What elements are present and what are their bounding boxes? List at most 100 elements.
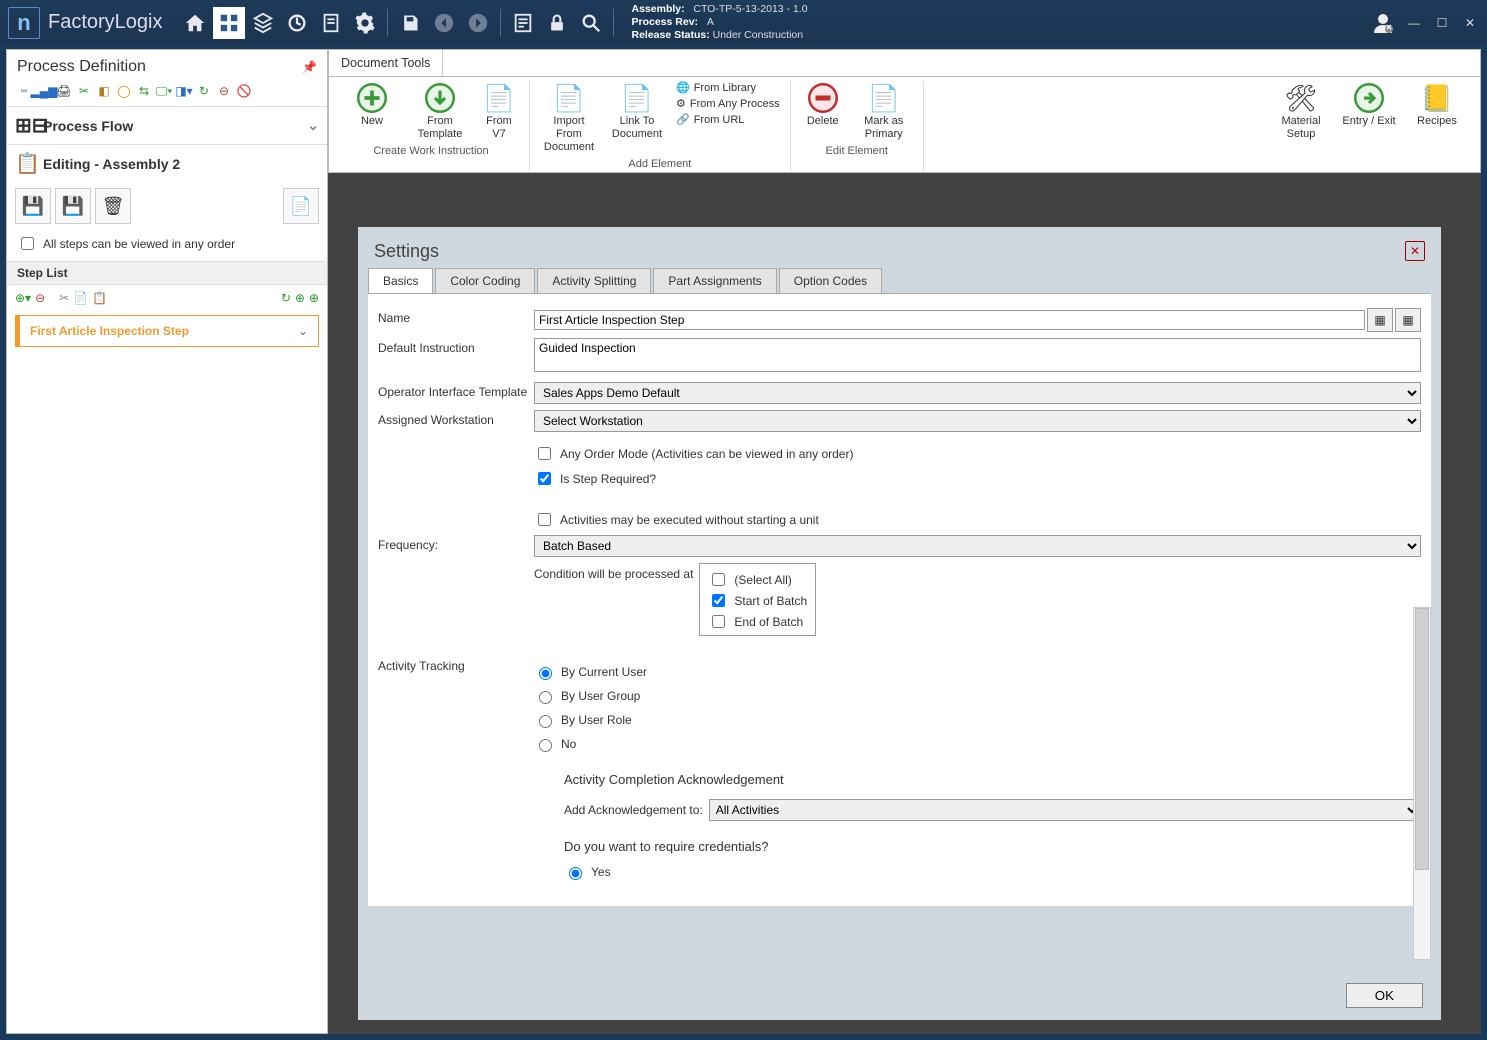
minimize-button[interactable]: — bbox=[1405, 16, 1423, 30]
trash-tool-button[interactable]: 🗑 bbox=[95, 188, 131, 224]
save-blue-tool-button[interactable]: 💾 bbox=[55, 188, 91, 224]
user-icon[interactable] bbox=[1371, 11, 1395, 35]
name-icon-button-1[interactable]: ▦ bbox=[1367, 308, 1393, 332]
track-group-radio[interactable] bbox=[539, 691, 552, 704]
activities-no-start-checkbox[interactable] bbox=[538, 513, 551, 526]
frequency-select[interactable]: Batch Based bbox=[534, 535, 1421, 557]
delete-small-icon[interactable]: ⊖ bbox=[215, 82, 233, 100]
ack-select[interactable]: All Activities bbox=[709, 799, 1421, 821]
print-icon[interactable]: 🖨 bbox=[55, 82, 73, 100]
ribbon-from-library-button[interactable]: 🌐 From Library bbox=[676, 81, 756, 94]
ribbon-from-v7-button[interactable]: 📄 From V7 bbox=[479, 81, 519, 141]
release-status-value: Under Construction bbox=[713, 29, 803, 41]
track-role-radio[interactable] bbox=[539, 715, 552, 728]
remove-step-icon[interactable]: ⊖ bbox=[35, 291, 45, 305]
ribbon-mark-primary-button[interactable]: 📄 Mark as Primary bbox=[855, 81, 913, 141]
flag2-icon[interactable]: ◨▾ bbox=[175, 82, 193, 100]
document-primary-icon: 📄 bbox=[867, 81, 901, 115]
default-instruction-input[interactable]: Guided Inspection bbox=[534, 338, 1421, 372]
tab-part-assignments[interactable]: Part Assignments bbox=[653, 268, 776, 293]
scrollbar-thumb[interactable] bbox=[1415, 608, 1429, 870]
save-tool-button[interactable]: 💾 bbox=[15, 188, 51, 224]
tab-document-tools[interactable]: Document Tools bbox=[329, 50, 443, 76]
ok-button[interactable]: OK bbox=[1346, 983, 1423, 1008]
add-step-icon[interactable]: ⊕▾ bbox=[15, 291, 31, 305]
frequency-label: Frequency: bbox=[378, 535, 528, 552]
process-tree-icon[interactable]: ▂▄▆ bbox=[35, 82, 53, 100]
form-scrollbar[interactable] bbox=[1413, 607, 1431, 960]
properties-tool-button[interactable]: 📄 bbox=[283, 188, 319, 224]
credentials-yes-radio[interactable] bbox=[569, 867, 582, 880]
track-no-radio[interactable] bbox=[539, 739, 552, 752]
editing-header: 📋 Editing - Assembly 2 bbox=[7, 144, 327, 182]
cut-step-icon[interactable]: ✂ bbox=[59, 291, 69, 305]
disable-icon[interactable]: 🚫 bbox=[235, 82, 253, 100]
ribbon-from-any-process-button[interactable]: ⚙ From Any Process bbox=[676, 97, 780, 110]
search-icon[interactable] bbox=[575, 7, 607, 39]
paste-step-icon[interactable]: 📋 bbox=[92, 291, 107, 305]
ribbon-link-doc-button[interactable]: 📄 Link To Document bbox=[608, 81, 666, 154]
any-order-label: Any Order Mode (Activities can be viewed… bbox=[560, 447, 853, 461]
ribbon-from-url-button[interactable]: 🔗 From URL bbox=[676, 113, 744, 126]
lock-icon[interactable] bbox=[541, 7, 573, 39]
maximize-button[interactable]: ☐ bbox=[1433, 16, 1451, 30]
name-icon-button-2[interactable]: ▦ bbox=[1395, 308, 1421, 332]
step-required-checkbox[interactable] bbox=[538, 472, 551, 485]
process-flow-header[interactable]: ⊞⊟ Process Flow ⌄ bbox=[7, 106, 327, 144]
move-up-icon[interactable]: ⊕ bbox=[295, 291, 305, 305]
monitor-icon[interactable]: 🖵▾ bbox=[155, 82, 173, 100]
refresh-icon[interactable] bbox=[281, 7, 313, 39]
ribbon-group-right: 🛠 Material Setup Entry / Exit 📒 Recipes bbox=[1262, 81, 1476, 172]
copy-step-icon[interactable]: 📄 bbox=[73, 291, 88, 305]
ribbon-entry-exit-button[interactable]: Entry / Exit bbox=[1340, 81, 1398, 141]
list-doc-icon[interactable] bbox=[507, 7, 539, 39]
cond-start-of-batch-checkbox[interactable] bbox=[712, 594, 725, 607]
ack-label: Add Acknowledgement to: bbox=[564, 803, 703, 817]
chevron-down-icon: ⌄ bbox=[298, 324, 308, 338]
track-current-label: By Current User bbox=[561, 665, 647, 679]
document-icon[interactable] bbox=[315, 7, 347, 39]
ribbon-new-button[interactable]: New bbox=[343, 81, 401, 141]
refresh-small-icon[interactable]: ↻ bbox=[195, 82, 213, 100]
ribbon-delete-button[interactable]: Delete bbox=[801, 81, 845, 141]
content-body: Settings ✕ Basics Color Coding Activity … bbox=[328, 173, 1481, 1034]
oit-label: Operator Interface Template bbox=[378, 382, 528, 399]
close-window-button[interactable]: ✕ bbox=[1461, 16, 1479, 30]
pin-icon[interactable]: 📌 bbox=[302, 60, 317, 74]
cond-end-of-batch-checkbox[interactable] bbox=[712, 615, 725, 628]
layers-icon[interactable] bbox=[247, 7, 279, 39]
save-icon[interactable] bbox=[394, 7, 426, 39]
track-current-radio[interactable] bbox=[539, 667, 552, 680]
converter-icon[interactable]: ⇆ bbox=[135, 82, 153, 100]
tab-option-codes[interactable]: Option Codes bbox=[779, 268, 882, 293]
any-order-checkbox[interactable] bbox=[538, 447, 551, 460]
flask-icon[interactable]: ◯ bbox=[115, 82, 133, 100]
settings-gear-icon[interactable] bbox=[349, 7, 381, 39]
refresh-steps-icon[interactable]: ↻ bbox=[281, 291, 291, 305]
tab-basics[interactable]: Basics bbox=[368, 268, 433, 293]
oit-select[interactable]: Sales Apps Demo Default bbox=[534, 382, 1421, 404]
document-v7-icon: 📄 bbox=[482, 81, 516, 115]
scissors-icon[interactable]: ✂ bbox=[75, 82, 93, 100]
name-input[interactable] bbox=[534, 310, 1365, 330]
home-icon[interactable] bbox=[179, 7, 211, 39]
workstation-select[interactable]: Select Workstation bbox=[534, 410, 1421, 432]
brand-text: FactoryLogix bbox=[48, 11, 163, 34]
recipes-icon: 📒 bbox=[1420, 81, 1454, 115]
ribbon-from-template-button[interactable]: From Template bbox=[411, 81, 469, 141]
step-item-first-article[interactable]: First Article Inspection Step ⌄ bbox=[15, 315, 319, 347]
close-settings-button[interactable]: ✕ bbox=[1405, 241, 1425, 261]
move-down-icon[interactable]: ⊕ bbox=[309, 291, 319, 305]
tab-activity-splitting[interactable]: Activity Splitting bbox=[537, 268, 651, 293]
tab-color-coding[interactable]: Color Coding bbox=[435, 268, 535, 293]
expand-icon[interactable]: ⌄ bbox=[307, 117, 319, 134]
ribbon-import-doc-button[interactable]: 📄 Import From Document bbox=[540, 81, 598, 154]
cond-start-label: Start of Batch bbox=[734, 594, 807, 608]
ribbon-recipes-button[interactable]: 📒 Recipes bbox=[1408, 81, 1466, 141]
flag-icon[interactable]: ◧ bbox=[95, 82, 113, 100]
ribbon-material-setup-button[interactable]: 🛠 Material Setup bbox=[1272, 81, 1330, 141]
material-icon: 🛠 bbox=[1284, 81, 1318, 115]
cond-select-all-checkbox[interactable] bbox=[712, 573, 725, 586]
grid-icon[interactable] bbox=[213, 7, 245, 39]
all-steps-checkbox[interactable] bbox=[21, 237, 34, 250]
